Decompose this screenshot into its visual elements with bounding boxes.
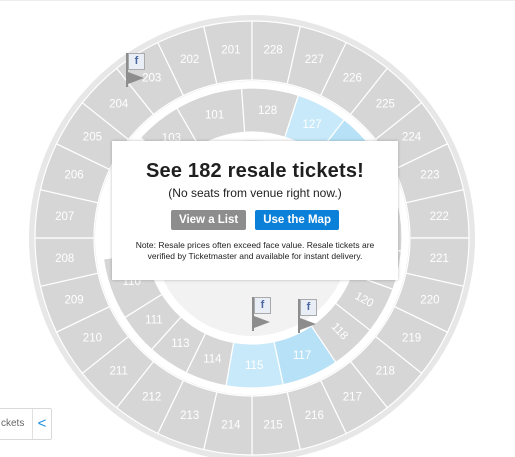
overlay-buttons: View a List Use the Map: [112, 210, 398, 230]
section-label-128: 128: [258, 105, 277, 117]
section-label-206: 206: [65, 170, 84, 182]
tickets-side-tab[interactable]: ckets <: [0, 408, 52, 440]
section-label-217: 217: [343, 392, 362, 404]
section-label-211: 211: [110, 365, 128, 377]
view-list-button[interactable]: View a List: [171, 210, 247, 230]
section-label-201: 201: [221, 45, 240, 57]
seat-map-stage: 201 228 227 226 225 224 223 222 221 220 219 218 217 2…: [0, 0, 515, 457]
side-tab-label: ckets: [1, 418, 25, 429]
facebook-flag-icon[interactable]: f: [124, 51, 148, 89]
use-map-button[interactable]: Use the Map: [255, 210, 339, 230]
section-label-220: 220: [420, 294, 439, 306]
section-label-205: 205: [83, 132, 102, 144]
section-label-101: 101: [205, 110, 224, 122]
overlay-title: See 182 resale tickets!: [145, 160, 365, 182]
section-label-216: 216: [305, 410, 324, 422]
section-label-115: 115: [245, 360, 263, 372]
overlay-subtitle: (No seats from venue right now.): [168, 186, 342, 200]
section-label-207: 207: [55, 211, 74, 223]
section-label-114: 114: [203, 354, 222, 366]
section-label-223: 223: [420, 170, 439, 182]
section-label-225: 225: [376, 99, 395, 111]
facebook-flag-icon[interactable]: f: [250, 295, 274, 333]
facebook-flag-icon[interactable]: f: [296, 297, 320, 335]
section-label-208: 208: [55, 253, 74, 265]
section-label-212: 212: [142, 392, 161, 404]
section-label-113: 113: [171, 338, 189, 350]
section-label-215: 215: [264, 419, 283, 431]
resale-tickets-overlay: See 182 resale tickets! (No seats from v…: [112, 141, 398, 280]
section-label-127: 127: [303, 119, 322, 131]
section-label-219: 219: [402, 332, 421, 344]
section-label-209: 209: [65, 294, 84, 306]
section-label-204: 204: [109, 99, 129, 111]
section-label-210: 210: [83, 332, 102, 344]
section-label-224: 224: [402, 132, 422, 144]
section-label-226: 226: [343, 72, 362, 84]
resale-note: Note: Resale prices often exceed face va…: [135, 240, 375, 261]
section-label-221: 221: [430, 253, 449, 265]
section-label-111: 111: [145, 314, 162, 326]
section-label-214: 214: [221, 419, 241, 431]
section-label-213: 213: [180, 410, 199, 422]
section-label-202: 202: [180, 54, 199, 66]
section-label-228: 228: [264, 45, 283, 57]
chevron-left-icon[interactable]: <: [32, 409, 51, 439]
section-label-222: 222: [430, 211, 449, 223]
section-label-117: 117: [293, 350, 311, 362]
section-label-218: 218: [376, 365, 395, 377]
section-label-227: 227: [305, 54, 324, 66]
